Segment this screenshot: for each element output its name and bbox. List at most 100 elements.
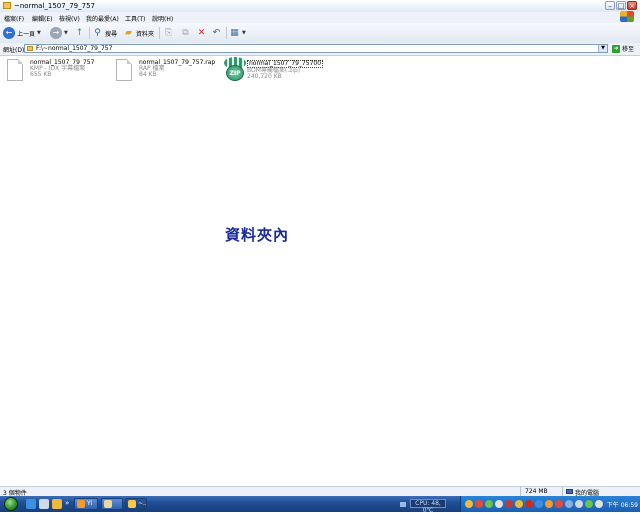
menu-file[interactable]: 檔案(F) bbox=[4, 14, 24, 23]
minimize-button[interactable]: – bbox=[605, 1, 615, 10]
file-meta: normal_1507_79_757.rap RAP 檔案 84 KB bbox=[139, 60, 215, 78]
delete-button[interactable]: ✕ bbox=[196, 26, 207, 40]
cpu-monitor: CPU: 48, 0℃ bbox=[410, 499, 446, 514]
views-button[interactable]: ▦ ▼ bbox=[229, 26, 246, 40]
taskbar-task-active[interactable]: ~... bbox=[125, 498, 147, 510]
forward-button[interactable]: → ▼ bbox=[50, 26, 68, 40]
quicklaunch-expand-icon[interactable]: » bbox=[65, 499, 69, 507]
back-button[interactable]: ← 上一頁 ▼ bbox=[3, 26, 41, 40]
generic-file-icon bbox=[7, 59, 23, 81]
chevron-down-icon: ▼ bbox=[37, 30, 41, 36]
go-button[interactable]: ➜ 移至 bbox=[612, 44, 634, 53]
ie-icon[interactable] bbox=[26, 499, 36, 509]
address-label: 網址(D) bbox=[3, 47, 25, 54]
folders-icon: ▰ bbox=[125, 28, 132, 38]
address-value: F:\~normal_1507_79_757 bbox=[36, 45, 113, 52]
search-label: 搜尋 bbox=[105, 30, 118, 38]
windows-logo-icon bbox=[620, 11, 634, 22]
file-size: 84 KB bbox=[139, 71, 157, 78]
views-icon: ▦ bbox=[230, 28, 239, 38]
folders-button[interactable]: ▰ 資料夾 bbox=[123, 26, 154, 40]
copy-to-icon: ⧉ bbox=[182, 28, 189, 38]
quicklaunch-icon[interactable] bbox=[52, 499, 62, 509]
menu-view[interactable]: 檢視(V) bbox=[59, 14, 80, 23]
move-to-icon: ⎘ bbox=[164, 28, 173, 38]
show-desktop-icon[interactable] bbox=[39, 499, 49, 509]
tray-icon[interactable] bbox=[555, 500, 563, 508]
file-meta: normal_1507_79_75700 BOM專屬檔案(.zip) 240,7… bbox=[247, 60, 324, 80]
tray-icon[interactable] bbox=[535, 500, 543, 508]
undo-button[interactable]: ↶ bbox=[211, 26, 222, 40]
file-meta: normal_1507_79_757 KMP - IDX 字幕檔案 655 KB bbox=[30, 60, 94, 78]
tray-icon[interactable] bbox=[465, 500, 473, 508]
file-item[interactable]: normal_1507_79_757 KMP - IDX 字幕檔案 655 KB bbox=[7, 59, 107, 85]
my-computer-icon bbox=[566, 489, 573, 494]
window-controls: – □ × bbox=[605, 1, 637, 10]
search-icon: ⚲ bbox=[94, 28, 101, 38]
bandizip-archive-icon: ZIP bbox=[223, 57, 247, 83]
start-button[interactable] bbox=[4, 497, 18, 511]
app-icon bbox=[77, 500, 85, 508]
folder-icon bbox=[3, 2, 11, 9]
tray-icon[interactable] bbox=[585, 500, 593, 508]
window-title: ~normal_1507_79_757 bbox=[14, 2, 95, 10]
status-size: 724 MB bbox=[525, 488, 548, 495]
toolbar-divider bbox=[159, 27, 160, 39]
back-arrow-icon: ← bbox=[3, 27, 15, 39]
folders-label: 資料夾 bbox=[136, 30, 155, 38]
chevron-down-icon: ▼ bbox=[64, 30, 68, 36]
back-label: 上一頁 bbox=[17, 30, 36, 38]
menu-favorites[interactable]: 我的最愛(A) bbox=[86, 14, 119, 23]
file-item[interactable]: normal_1507_79_757.rap RAP 檔案 84 KB bbox=[116, 59, 216, 85]
search-button[interactable]: ⚲ 搜尋 bbox=[92, 26, 117, 40]
menu-tools[interactable]: 工具(T) bbox=[125, 14, 145, 23]
generic-file-icon bbox=[116, 59, 132, 81]
app-icon bbox=[104, 500, 112, 508]
close-button[interactable]: × bbox=[627, 1, 637, 10]
menu-edit[interactable]: 編輯(E) bbox=[32, 14, 52, 23]
file-size: 655 KB bbox=[30, 71, 52, 78]
go-arrow-icon: ➜ bbox=[612, 44, 620, 53]
clock[interactable]: 下午 06:59 bbox=[607, 500, 638, 509]
tray-icon[interactable] bbox=[495, 500, 503, 508]
up-arrow-icon: ↑ bbox=[75, 28, 84, 38]
delete-icon: ✕ bbox=[197, 28, 206, 38]
up-folder-button[interactable]: ↑ bbox=[74, 26, 85, 40]
toolbar: ← 上一頁 ▼ → ▼ ↑ ⚲ 搜尋 ▰ 資料夾 ⎘ ⧉ ✕ ↶ ▦ ▼ bbox=[0, 23, 640, 44]
task-label: Yi bbox=[87, 500, 93, 507]
taskbar-task[interactable]: Yi bbox=[74, 498, 98, 510]
move-to-button[interactable]: ⎘ bbox=[163, 26, 174, 40]
taskbar-toolbar-icon[interactable] bbox=[400, 502, 406, 507]
folder-icon bbox=[27, 46, 33, 51]
folder-watermark-text: 資料夾內 bbox=[225, 226, 290, 244]
address-bar: 網址(D) F:\~normal_1507_79_757 ▼ ➜ 移至 bbox=[0, 43, 640, 56]
file-list-area[interactable]: normal_1507_79_757 KMP - IDX 字幕檔案 655 KB… bbox=[0, 56, 640, 485]
folder-icon bbox=[128, 500, 136, 508]
address-input[interactable]: F:\~normal_1507_79_757 ▼ bbox=[24, 44, 608, 53]
maximize-button[interactable]: □ bbox=[616, 1, 626, 10]
tray-icon[interactable] bbox=[485, 500, 493, 508]
tray-icon[interactable] bbox=[525, 500, 533, 508]
menu-help[interactable]: 說明(H) bbox=[152, 14, 173, 23]
file-size: 240,720 KB bbox=[247, 73, 282, 80]
chevron-down-icon: ▼ bbox=[242, 30, 246, 36]
volume-icon[interactable] bbox=[575, 500, 583, 508]
copy-to-button[interactable]: ⧉ bbox=[180, 26, 191, 40]
toolbar-divider bbox=[89, 27, 90, 39]
address-dropdown[interactable]: ▼ bbox=[598, 45, 607, 52]
go-label: 移至 bbox=[622, 46, 635, 53]
tray-icon[interactable] bbox=[505, 500, 513, 508]
undo-icon: ↶ bbox=[212, 28, 221, 38]
tray-icon[interactable] bbox=[595, 500, 603, 508]
taskbar: » Yi ~... CPU: 48, 0℃ 下午 06:59 bbox=[0, 496, 640, 514]
network-icon[interactable] bbox=[565, 500, 573, 508]
tray-icon[interactable] bbox=[545, 500, 553, 508]
toolbar-divider bbox=[226, 27, 227, 39]
taskbar-task[interactable] bbox=[101, 498, 123, 510]
system-tray: 下午 06:59 bbox=[460, 496, 640, 512]
forward-arrow-icon: → bbox=[50, 27, 62, 39]
task-label: ~... bbox=[138, 500, 147, 507]
tray-icon[interactable] bbox=[475, 500, 483, 508]
file-item-selected[interactable]: ZIP normal_1507_79_75700 BOM專屬檔案(.zip) 2… bbox=[223, 57, 324, 85]
tray-icon[interactable] bbox=[515, 500, 523, 508]
